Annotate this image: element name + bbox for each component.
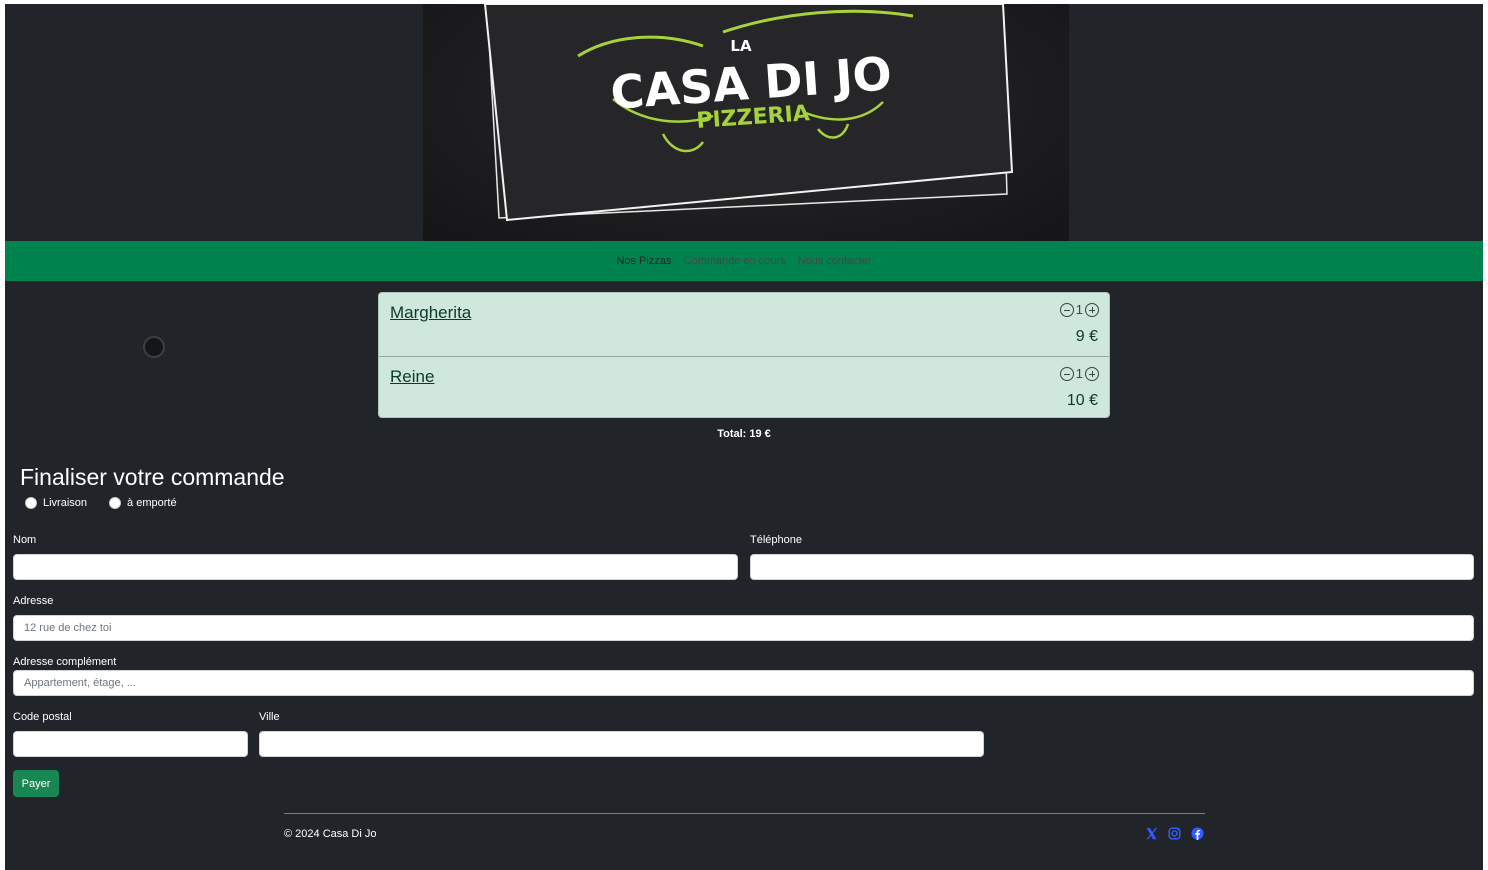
cart-total: Total: 19 € (717, 428, 771, 440)
code-postal-field[interactable] (13, 731, 248, 757)
radio-circle[interactable] (25, 497, 37, 509)
adresse-field[interactable]: 12 rue de chez toi (13, 615, 1474, 641)
social-links (1145, 827, 1204, 840)
nav-item-commande-en-cours[interactable]: Commande en cours (683, 255, 785, 267)
delivery-options: Livraison à emporté (25, 497, 177, 509)
plus-circle-icon[interactable] (1085, 366, 1099, 381)
logo-banner: LA CASA DI JO PIZZERIA (423, 4, 1069, 241)
radio-a-emporter[interactable]: à emporté (109, 497, 177, 509)
ville-field[interactable] (259, 731, 984, 757)
radio-circle[interactable] (109, 497, 122, 509)
telephone-field[interactable] (750, 554, 1474, 580)
cart-item-price: 10 € (1066, 392, 1098, 409)
facebook-icon[interactable] (1191, 827, 1204, 840)
radio-label: Livraison (43, 497, 88, 509)
quantity-value: 1 (1075, 366, 1083, 381)
x-icon[interactable] (1145, 827, 1158, 840)
adresse-label: Adresse (13, 595, 54, 607)
minus-circle-icon[interactable] (1059, 366, 1074, 381)
ville-label: Ville (259, 711, 280, 723)
logo-line1: LA (730, 37, 752, 55)
minus-circle-icon[interactable] (1059, 302, 1074, 317)
cart-item-name[interactable]: Margherita (390, 303, 471, 323)
instagram-icon[interactable] (1168, 827, 1181, 840)
nom-label: Nom (13, 534, 37, 546)
loading-dot (143, 336, 165, 358)
telephone-label: Téléphone (750, 534, 802, 546)
quantity-stepper: 1 (1059, 302, 1099, 317)
nav-item-nos-pizzas[interactable]: Nos Pizzas (616, 255, 671, 267)
complement-label: Adresse complément (13, 656, 117, 668)
cart-list: Margherita 1 9 € Reine 1 10 € (378, 292, 1110, 418)
main-nav: Nos Pizzas Commande en cours Nous contac… (5, 241, 1483, 281)
quantity-value: 1 (1075, 302, 1083, 317)
nom-field[interactable] (13, 554, 738, 580)
cart-item: Reine 1 10 € (379, 356, 1109, 417)
form-title: Finaliser votre commande (20, 464, 285, 490)
radio-label: à emporté (127, 497, 177, 509)
pay-button[interactable]: Payer (13, 770, 59, 797)
plus-circle-icon[interactable] (1085, 302, 1099, 317)
footer-divider (284, 813, 1205, 814)
page: LA CASA DI JO PIZZERIA Nos Pizzas Comman… (5, 4, 1483, 870)
cart-item-price: 9 € (1075, 328, 1098, 345)
complement-field[interactable]: Appartement, étage, ... (13, 670, 1474, 696)
code-postal-label: Code postal (13, 711, 72, 723)
cart-item-name[interactable]: Reine (390, 367, 434, 387)
cart-item: Margherita 1 9 € (379, 293, 1109, 356)
nav-item-nous-contacter[interactable]: Nous contacter (798, 255, 872, 267)
copyright: © 2024 Casa Di Jo (284, 828, 377, 840)
radio-livraison[interactable]: Livraison (25, 497, 87, 509)
logo-image: LA CASA DI JO PIZZERIA (483, 4, 1014, 222)
quantity-stepper: 1 (1059, 366, 1099, 381)
